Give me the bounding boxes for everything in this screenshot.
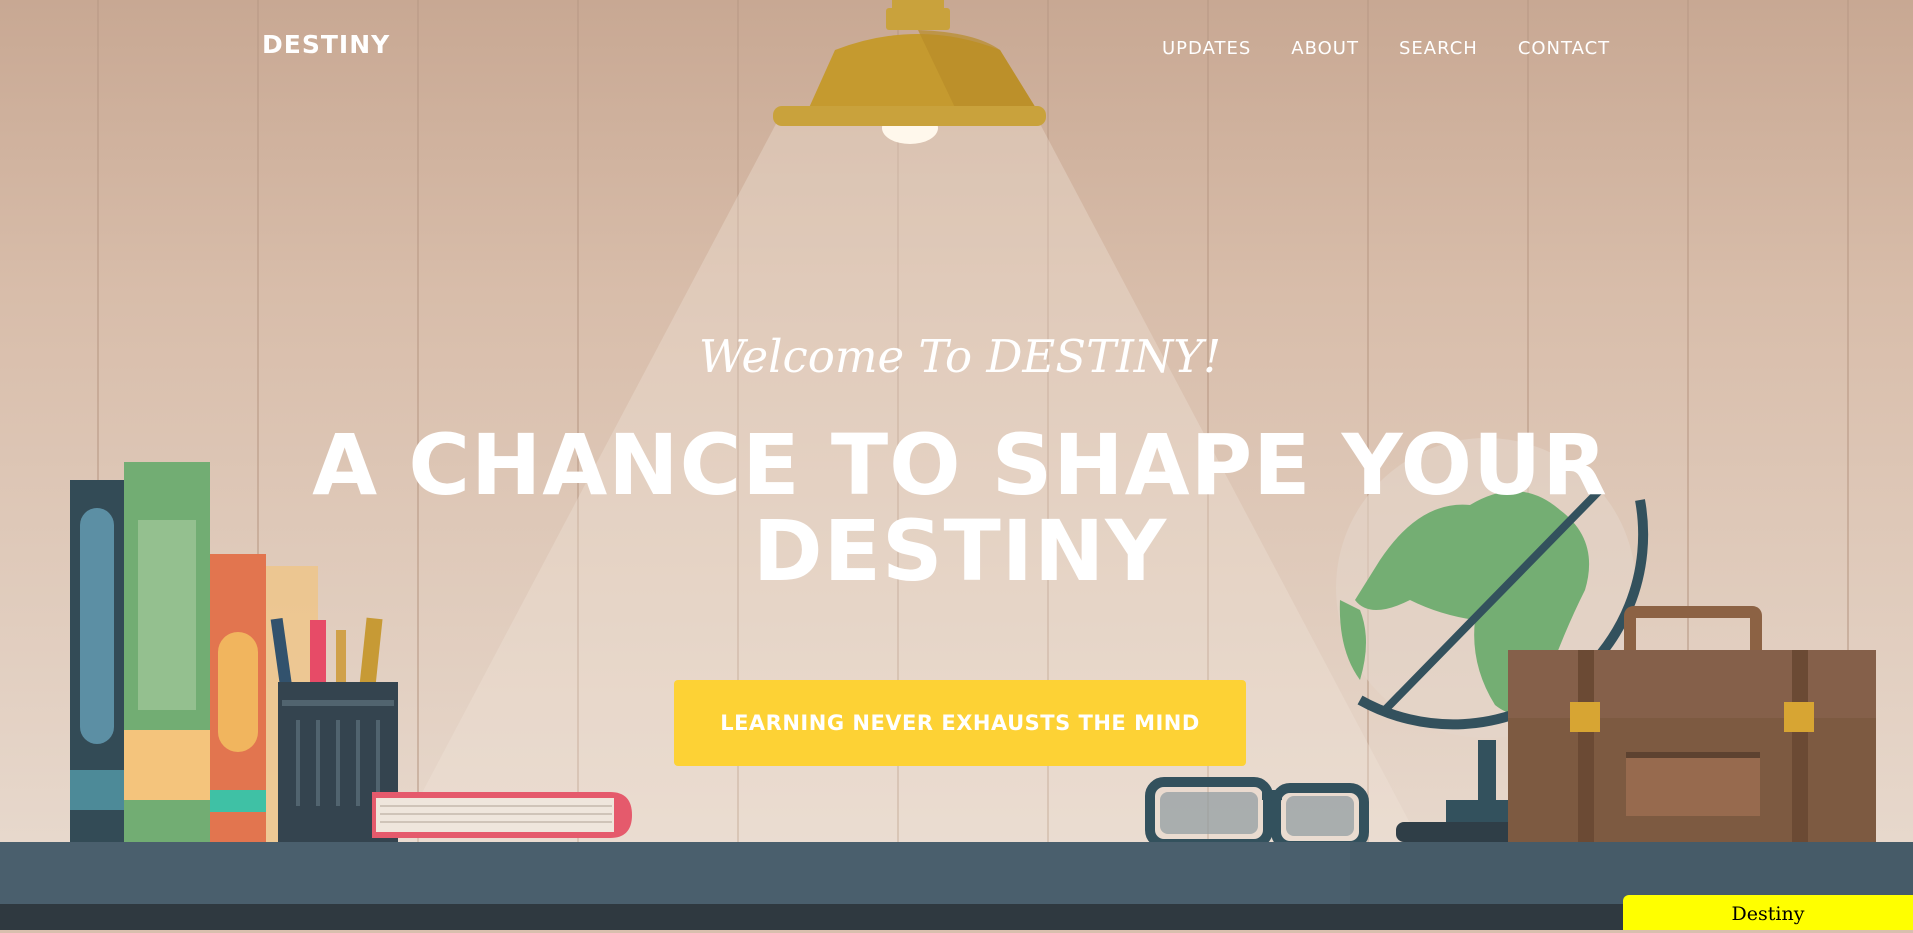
main-nav: UPDATES ABOUT SEARCH CONTACT: [1162, 38, 1610, 59]
lying-book-illustration: [372, 792, 632, 838]
brand-logo-link[interactable]: DESTINY: [262, 30, 390, 59]
hero-welcome-text: Welcome To DESTINY!: [698, 330, 1222, 383]
nav-item-updates[interactable]: UPDATES: [1162, 38, 1251, 59]
nav-item-about[interactable]: ABOUT: [1291, 38, 1359, 59]
hero-headline: A CHANCE TO SHAPE YOUR DESTINY: [260, 422, 1660, 594]
cta-button[interactable]: LEARNING NEVER EXHAUSTS THE MIND: [674, 680, 1246, 766]
hero-headline-line-1: A CHANCE TO SHAPE YOUR: [312, 416, 1608, 514]
destiny-badge[interactable]: Destiny: [1623, 895, 1913, 930]
nav-item-search[interactable]: SEARCH: [1399, 38, 1478, 59]
hero-headline-line-2: DESTINY: [752, 502, 1168, 600]
nav-item-contact[interactable]: CONTACT: [1518, 38, 1610, 59]
